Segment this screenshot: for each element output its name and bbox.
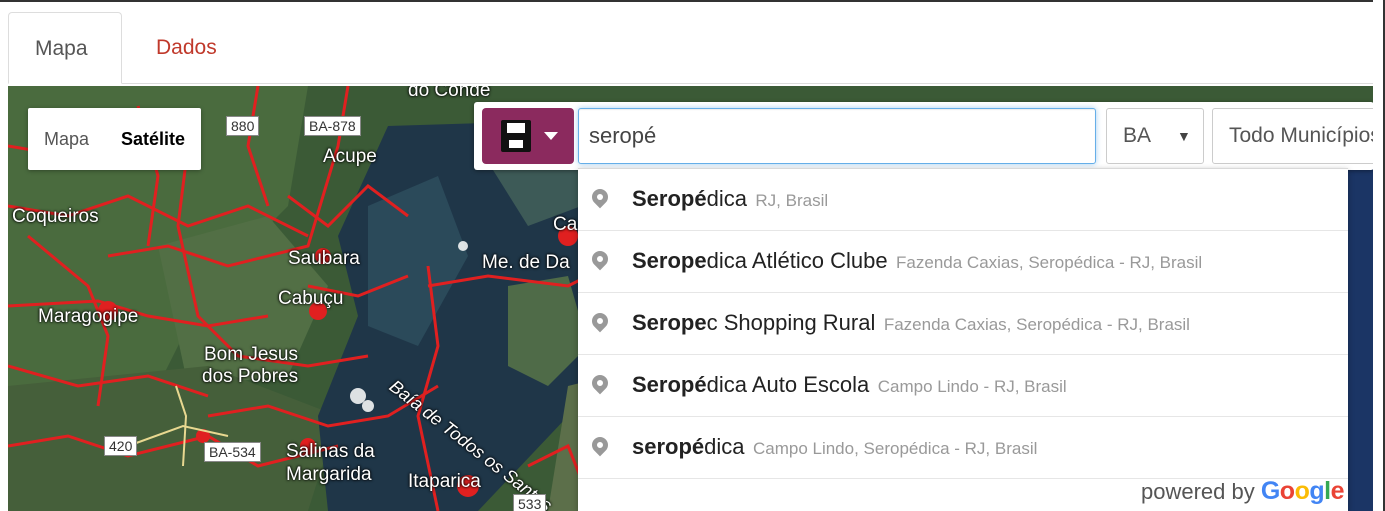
place-label: Me. de Da (482, 252, 570, 273)
autocomplete-item[interactable]: seropédica Campo Lindo, Seropédica - RJ,… (578, 417, 1348, 479)
municipality-select[interactable]: Todo Municípios (1212, 108, 1382, 164)
suggestion-secondary: Campo Lindo, Seropédica - RJ, Brasil (752, 439, 1038, 458)
place-label: Itaparica (408, 471, 481, 492)
map-pin-icon (588, 433, 612, 457)
suggestion-match: Seropé (632, 186, 707, 211)
map-type-mapa-button[interactable]: Mapa (28, 108, 105, 170)
suggestion-secondary: Campo Lindo - RJ, Brasil (877, 377, 1067, 396)
municipality-select-value: Todo Municípios (1229, 124, 1381, 147)
place-label: Coqueiros (12, 206, 99, 227)
suggestion-secondary: RJ, Brasil (755, 191, 829, 210)
tab-dados[interactable]: Dados (130, 12, 243, 84)
tab-bar: Mapa Dados (8, 12, 1373, 84)
suggestion-rest: dica (706, 186, 747, 211)
top-border (0, 0, 1385, 4)
road-shield: 880 (226, 116, 260, 136)
suggestion-rest: dica Atlético Clube (706, 248, 888, 273)
place-label: do Conde (408, 86, 491, 101)
suggestion-match: Serope (632, 248, 707, 273)
place-label: Margarida (286, 464, 372, 485)
powered-by-google: powered by Google (1140, 473, 1345, 509)
select-arrow-icon: ▼ (1177, 128, 1191, 144)
floppy-disk-icon (501, 120, 531, 152)
map-toolbar: BA ▼ Todo Municípios (474, 102, 1382, 170)
suggestion-secondary: Fazenda Caxias, Seropédica - RJ, Brasil (883, 315, 1190, 334)
road-shield: 533 (513, 494, 547, 511)
road-shield: BA-878 (304, 116, 361, 136)
state-select[interactable]: BA ▼ (1106, 108, 1204, 164)
suggestion-rest: dica Auto Escola (706, 372, 870, 397)
suggestion-rest: dica (704, 434, 745, 459)
place-label: Bom Jesus (204, 344, 298, 365)
save-dropdown-button[interactable] (482, 108, 574, 164)
place-label: Acupe (323, 146, 377, 167)
suggestion-rest: c Shopping Rural (706, 310, 876, 335)
state-select-value: BA (1123, 124, 1152, 147)
suggestion-match: Serope (632, 310, 707, 335)
google-logo: Google (1260, 477, 1345, 505)
autocomplete-item[interactable]: Seropédica Auto Escola Campo Lindo - RJ,… (578, 355, 1348, 417)
place-label: Saubara (288, 248, 360, 269)
suggestion-match: seropé (632, 434, 705, 459)
suggestion-secondary: Fazenda Caxias, Seropédica - RJ, Brasil (896, 253, 1203, 272)
powered-by-text: powered by (1140, 479, 1255, 504)
map-type-control: Mapa Satélite (28, 108, 202, 170)
caret-down-icon (544, 132, 558, 140)
autocomplete-dropdown: Seropédica RJ, Brasil Seropedica Atlétic… (578, 168, 1348, 511)
map-type-satellite-button[interactable]: Satélite (105, 108, 201, 170)
location-search-input[interactable] (578, 108, 1096, 164)
suggestion-match: Seropé (632, 372, 707, 397)
place-label: Salinas da (286, 441, 375, 462)
place-label: Cabuçu (278, 288, 344, 309)
road-shield: BA-534 (204, 442, 261, 462)
place-label: dos Pobres (202, 366, 299, 387)
tab-mapa[interactable]: Mapa (8, 12, 122, 84)
map-pin-icon (588, 371, 612, 395)
autocomplete-item[interactable]: Seropec Shopping Rural Fazenda Caxias, S… (578, 293, 1348, 355)
map-pin-icon (588, 247, 612, 271)
road-shield: 420 (104, 436, 138, 456)
place-label: Maragogipe (38, 306, 139, 327)
map-pin-icon (588, 185, 612, 209)
place-label: Ca (553, 214, 578, 235)
page-edge (1373, 0, 1385, 511)
autocomplete-item[interactable]: Seropédica RJ, Brasil (578, 169, 1348, 231)
map-pin-icon (588, 309, 612, 333)
autocomplete-item[interactable]: Seropedica Atlético Clube Fazenda Caxias… (578, 231, 1348, 293)
